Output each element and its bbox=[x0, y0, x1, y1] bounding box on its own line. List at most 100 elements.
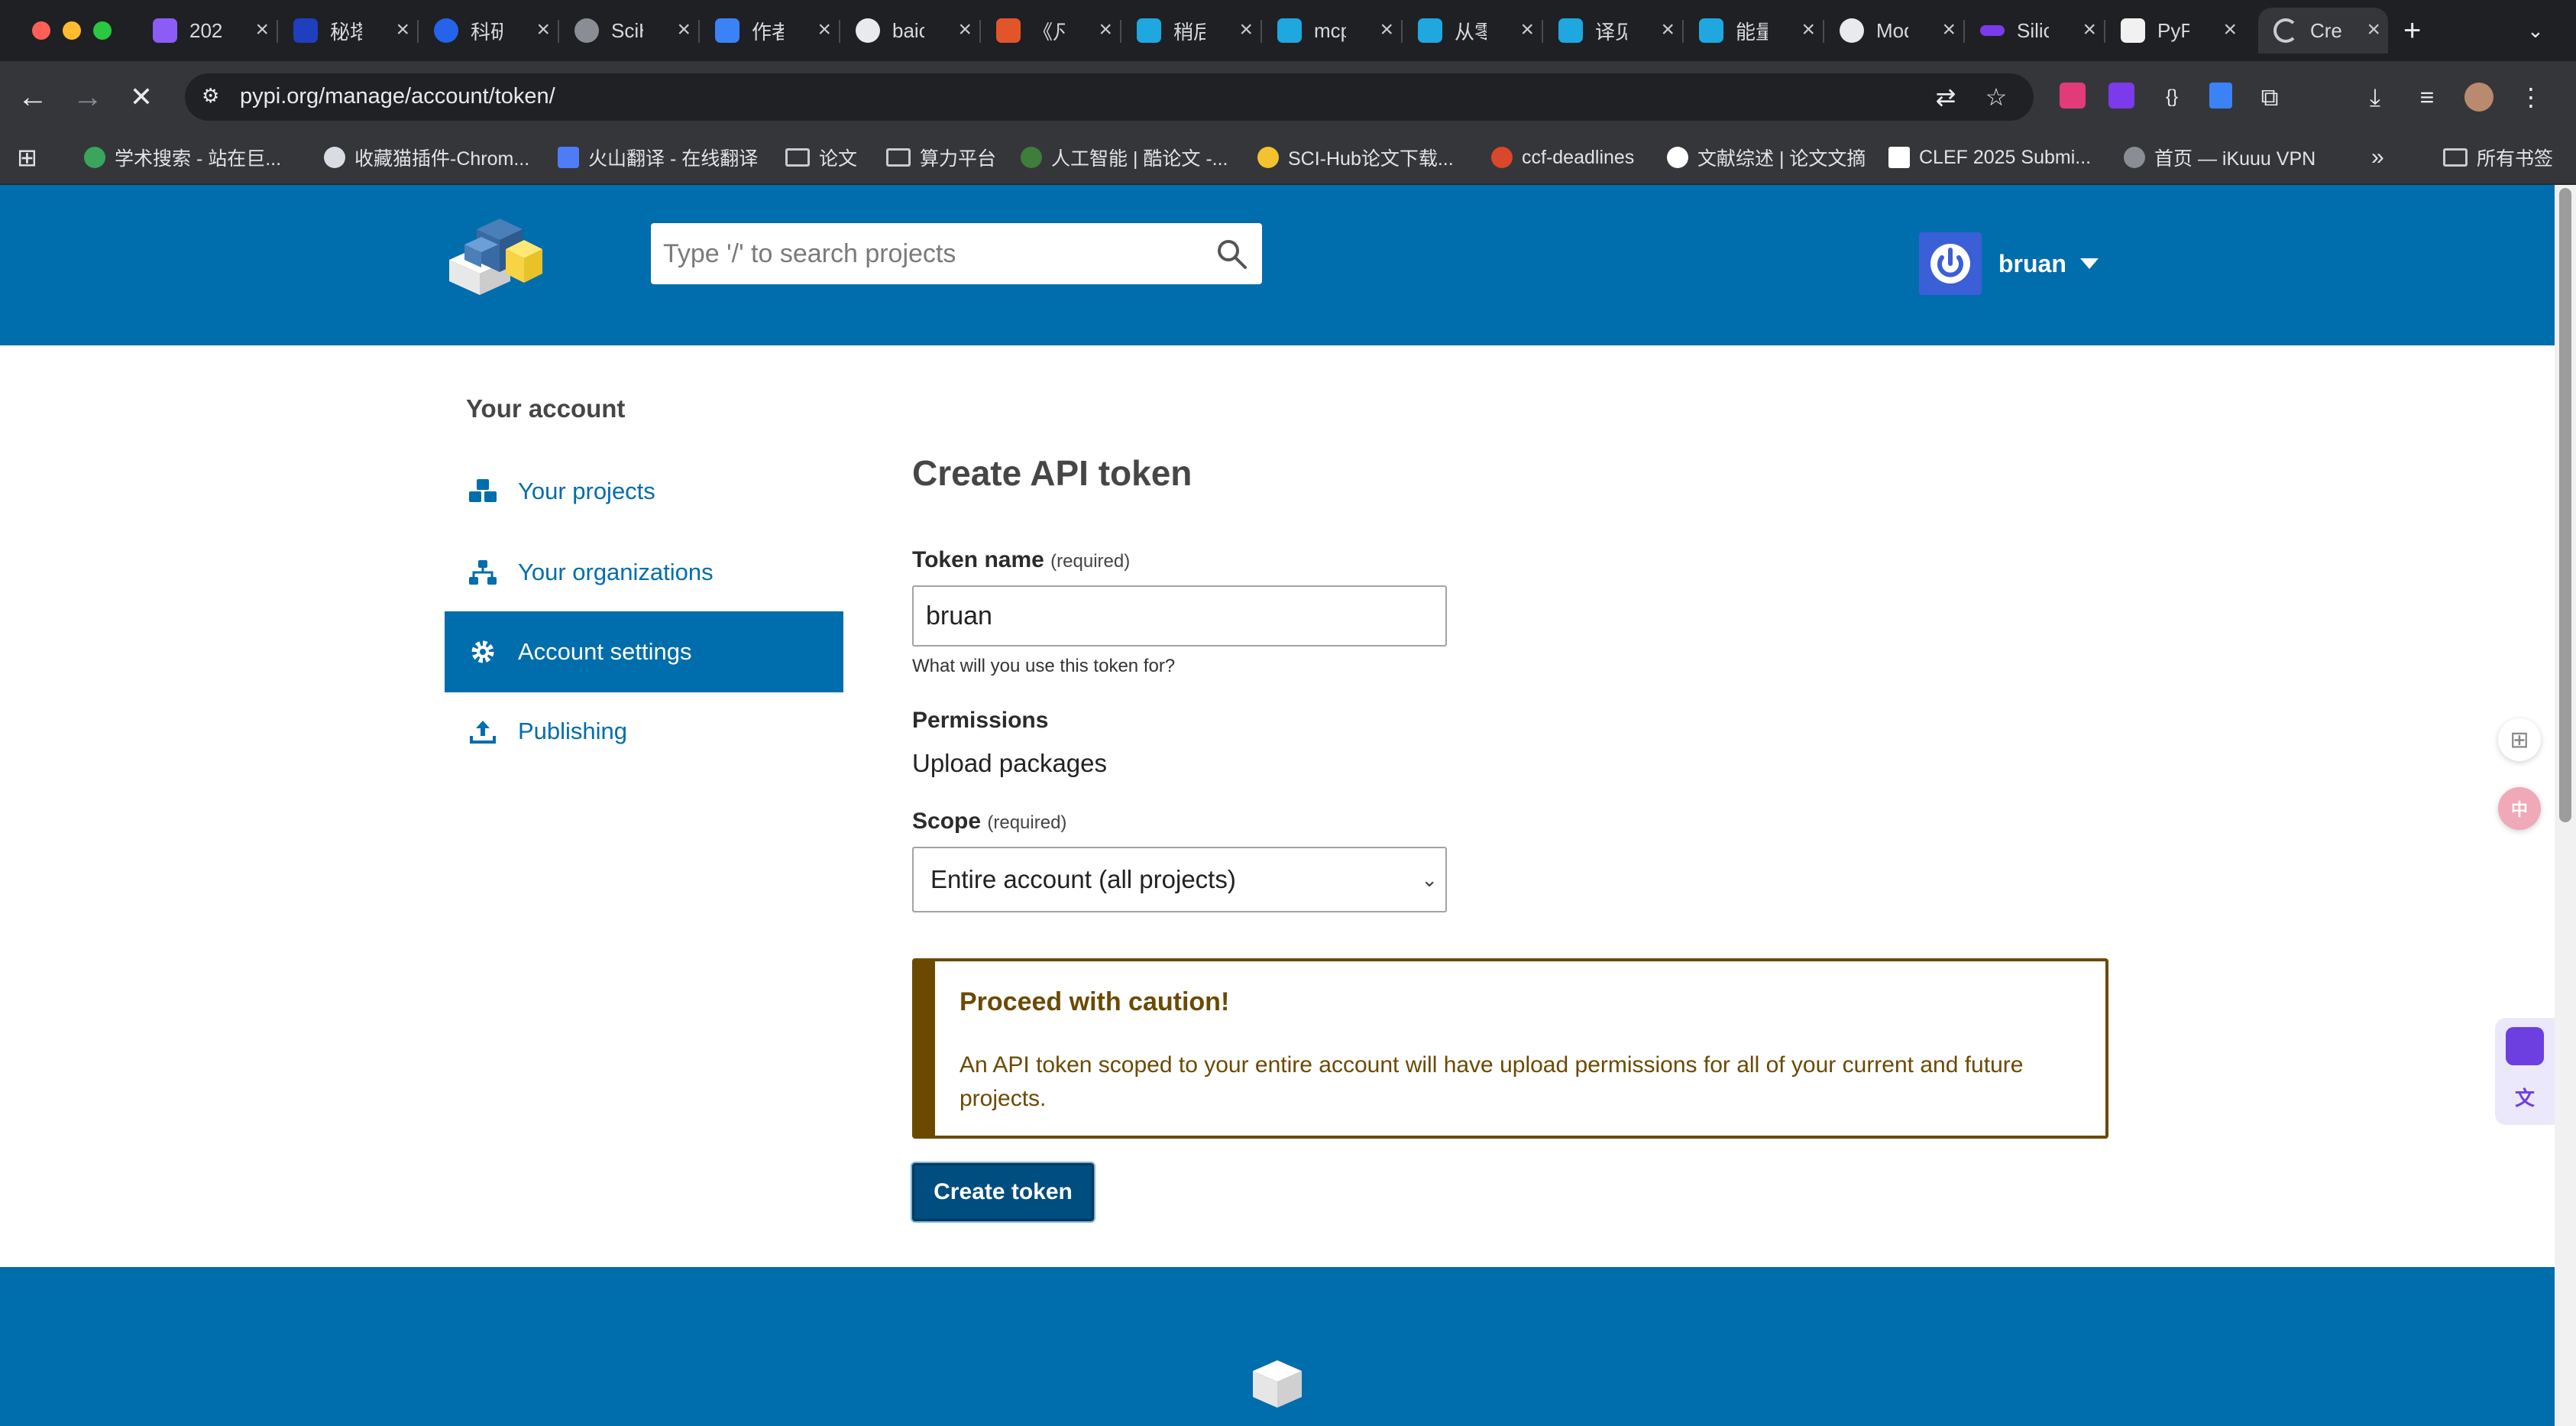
create-token-button[interactable]: Create token bbox=[912, 1163, 1094, 1221]
tab-close-icon[interactable]: × bbox=[536, 18, 550, 41]
bookmark-item[interactable]: 学术搜索 - 站在巨... bbox=[84, 142, 281, 173]
tab-close-icon[interactable]: × bbox=[1239, 18, 1253, 41]
browser-tab[interactable]: 《凡 × bbox=[981, 8, 1120, 53]
translate-widget-icon[interactable]: 中 bbox=[2498, 787, 2541, 830]
bilibili-icon bbox=[1137, 18, 1161, 43]
bookmark-item[interactable]: 首页 — iKuuu VPN bbox=[2124, 142, 2315, 173]
extensions-puzzle-icon[interactable]: ⧉ bbox=[2255, 83, 2284, 112]
bookmark-item[interactable]: 火山翻译 - 在线翻译 bbox=[558, 142, 758, 173]
tab-favicon-icon bbox=[996, 18, 1021, 43]
search-icon[interactable] bbox=[1215, 237, 1248, 271]
tab-close-icon[interactable]: × bbox=[1520, 18, 1534, 41]
tab-search-chevron-icon[interactable]: ⌄ bbox=[2527, 8, 2558, 53]
site-info-icon[interactable]: ⚙ bbox=[202, 84, 226, 109]
browser-tab[interactable]: 科研 × bbox=[419, 8, 558, 53]
forward-arrow-icon[interactable]: → bbox=[69, 78, 107, 116]
bookmark-folder[interactable]: 论文 bbox=[785, 142, 857, 173]
translate-icon[interactable]: ⇄ bbox=[1931, 83, 1960, 112]
browser-tab[interactable]: 译见 × bbox=[1543, 8, 1682, 53]
browser-menu-icon[interactable]: ⋮ bbox=[2516, 83, 2545, 112]
tab-close-icon[interactable]: × bbox=[677, 18, 691, 41]
new-tab-plus-icon[interactable]: + bbox=[2403, 8, 2434, 53]
ai-assistant-icon[interactable] bbox=[2506, 1027, 2544, 1065]
extension-side-panel: 文 bbox=[2495, 1018, 2555, 1125]
bookmark-item[interactable]: SCI-Hub论文下载... bbox=[1257, 142, 1454, 173]
bilibili-icon bbox=[1558, 18, 1583, 43]
reading-list-icon[interactable]: ≡ bbox=[2413, 83, 2442, 112]
more-bookmarks-chevron-icon[interactable]: » bbox=[2371, 142, 2384, 173]
browser-tab[interactable]: Mod× bbox=[1824, 8, 1963, 53]
power-icon bbox=[1930, 244, 1970, 284]
address-bar-url[interactable]: pypi.org/manage/account/token/ bbox=[240, 84, 555, 109]
user-menu[interactable]: bruan bbox=[1919, 232, 2099, 295]
browser-tab[interactable]: PyP × bbox=[2105, 8, 2244, 53]
tab-close-icon[interactable]: × bbox=[1661, 18, 1675, 41]
tab-close-icon[interactable]: × bbox=[1942, 18, 1956, 41]
sitemap-icon bbox=[468, 557, 498, 588]
downloads-icon[interactable]: ⤓ bbox=[2361, 83, 2390, 112]
browser-tab[interactable]: 秘塔 × bbox=[278, 8, 417, 53]
tab-close-icon[interactable]: × bbox=[2223, 18, 2237, 41]
bookmark-item[interactable]: ccf-deadlines bbox=[1491, 142, 1634, 173]
window-zoom-button[interactable] bbox=[93, 21, 112, 40]
tab-close-icon[interactable]: × bbox=[958, 18, 972, 41]
page-scrollbar[interactable] bbox=[2555, 185, 2576, 1426]
browser-tab-active[interactable]: Crea× bbox=[2258, 8, 2388, 53]
window-minimize-button[interactable] bbox=[63, 21, 81, 40]
bookmark-item[interactable]: 收藏猫插件-Chrom... bbox=[324, 142, 529, 173]
globe-icon bbox=[2124, 147, 2145, 168]
translate-icon[interactable]: 文 bbox=[2509, 1082, 2541, 1114]
stop-loading-icon[interactable]: ✕ bbox=[122, 78, 160, 116]
browser-tab[interactable]: 作者 × bbox=[700, 8, 839, 53]
browser-tab[interactable]: mcp × bbox=[1262, 8, 1401, 53]
page-title: Create API token bbox=[912, 453, 1193, 493]
tab-close-icon[interactable]: × bbox=[2082, 18, 2096, 41]
browser-tab[interactable]: baic × bbox=[840, 8, 979, 53]
scrollbar-thumb[interactable] bbox=[2559, 188, 2571, 822]
all-bookmarks-folder[interactable]: 所有书签 bbox=[2443, 142, 2553, 173]
window-close-button[interactable] bbox=[32, 21, 50, 40]
username-label: bruan bbox=[1998, 249, 2066, 277]
extension-assistant-icon[interactable] bbox=[2108, 83, 2134, 109]
bookmark-item[interactable]: CLEF 2025 Submi... bbox=[1888, 142, 2091, 173]
required-hint: (required) bbox=[1050, 551, 1131, 572]
bookmark-favicon-icon bbox=[1667, 147, 1688, 168]
extension-document-icon[interactable] bbox=[2209, 83, 2232, 109]
qr-code-widget-icon[interactable]: ⊞ bbox=[2498, 718, 2541, 761]
tab-close-icon[interactable]: × bbox=[1801, 18, 1815, 41]
tab-close-icon[interactable]: × bbox=[396, 18, 409, 41]
back-arrow-icon[interactable]: ← bbox=[14, 78, 52, 116]
bookmark-folder[interactable]: 算力平台 bbox=[886, 142, 996, 173]
sidebar-item-publishing[interactable]: Publishing bbox=[445, 691, 843, 772]
scope-select[interactable]: Entire account (all projects) ⌄ bbox=[912, 847, 1447, 912]
bookmark-favicon-icon bbox=[84, 147, 105, 168]
bookmark-star-icon[interactable]: ☆ bbox=[1982, 83, 2011, 112]
extension-translate-icon[interactable] bbox=[2060, 83, 2086, 109]
token-name-label: Token name (required) bbox=[912, 547, 1131, 572]
search-input[interactable] bbox=[651, 223, 1186, 284]
browser-tab[interactable]: Silic × bbox=[1965, 8, 2104, 53]
browser-tab[interactable]: 202 × bbox=[138, 8, 277, 53]
sidebar-item-account-settings[interactable]: Account settings bbox=[445, 611, 843, 692]
extension-json-icon[interactable]: {} bbox=[2157, 83, 2186, 112]
tab-close-icon[interactable]: × bbox=[255, 18, 269, 41]
browser-tab[interactable]: 从零 × bbox=[1403, 8, 1542, 53]
token-name-input[interactable] bbox=[912, 585, 1447, 647]
upload-icon bbox=[468, 716, 498, 747]
apps-grid-icon[interactable]: ⊞ bbox=[17, 142, 37, 173]
loading-spinner-icon bbox=[2273, 18, 2298, 43]
bookmark-item[interactable]: 文献综述 | 论文文摘 bbox=[1667, 142, 1866, 173]
tab-close-icon[interactable]: × bbox=[1380, 18, 1393, 41]
tab-close-icon[interactable]: × bbox=[2367, 18, 2380, 41]
tab-close-icon[interactable]: × bbox=[1099, 18, 1112, 41]
browser-tab[interactable]: 稍后 × bbox=[1121, 8, 1260, 53]
bookmark-item[interactable]: 人工智能 | 酷论文 -... bbox=[1021, 142, 1228, 173]
tab-close-icon[interactable]: × bbox=[817, 18, 831, 41]
profile-avatar[interactable] bbox=[2464, 83, 2493, 112]
browser-tab[interactable]: SciH× bbox=[559, 8, 698, 53]
sidebar-item-your-organizations[interactable]: Your organizations bbox=[445, 532, 843, 613]
address-bar[interactable]: ⚙ pypi.org/manage/account/token/ ⇄ ☆ bbox=[185, 73, 2034, 121]
browser-tab[interactable]: 能量 × bbox=[1684, 8, 1823, 53]
pypi-logo[interactable] bbox=[442, 206, 545, 298]
sidebar-item-your-projects[interactable]: Your projects bbox=[445, 451, 843, 532]
